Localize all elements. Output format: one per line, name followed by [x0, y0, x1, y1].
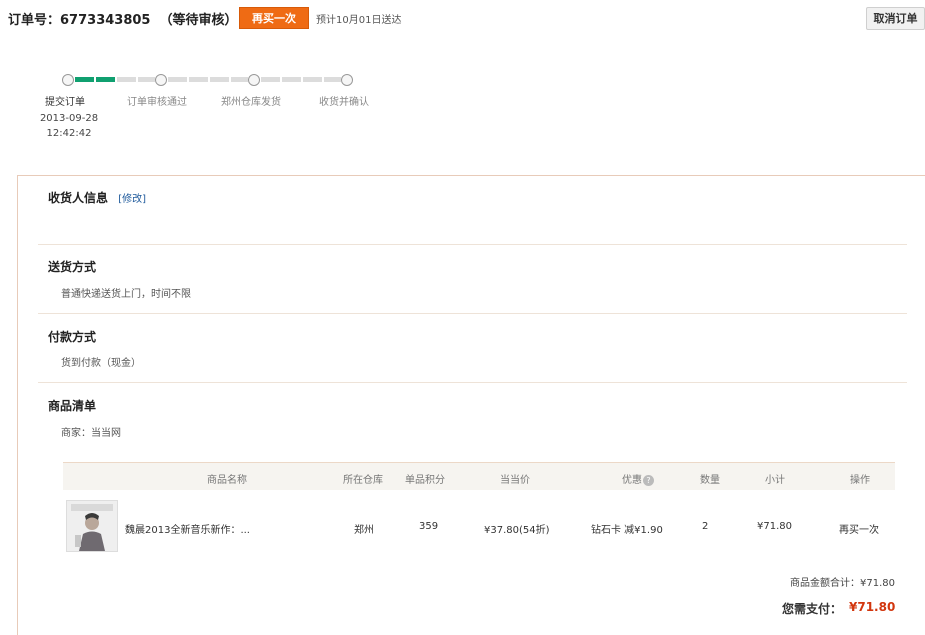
shipping-title: 送货方式	[48, 260, 97, 274]
progress-segment	[75, 77, 94, 82]
progress-segment	[324, 77, 341, 82]
progress-segment	[96, 77, 115, 82]
album-cover-image	[67, 501, 117, 551]
cancel-order-button[interactable]: 取消订单	[866, 7, 925, 30]
order-status: （等待审核）	[159, 13, 238, 28]
step-date: 2013-09-28	[39, 113, 99, 124]
col-points: 单品积分	[405, 475, 445, 486]
rebuy-button[interactable]: 再买一次	[239, 7, 309, 29]
product-thumbnail[interactable]	[66, 500, 118, 552]
step-dot-4	[341, 74, 353, 86]
seller-name: 商家：当当网	[61, 428, 121, 439]
payment-method: 货到付款（现金）	[61, 358, 141, 369]
col-name: 商品名称	[207, 475, 247, 486]
col-subtotal: 小计	[765, 475, 785, 486]
pay-label: 您需支付：	[782, 602, 843, 616]
col-action: 操作	[850, 475, 870, 486]
progress-segment	[117, 77, 136, 82]
cell-price: ¥37.80(54折)	[484, 525, 550, 536]
step-label-3: 郑州仓库发货	[221, 97, 281, 108]
divider	[38, 244, 907, 245]
payment-title: 付款方式	[48, 330, 97, 344]
step-dot-3	[248, 74, 260, 86]
progress-segment	[210, 77, 229, 82]
step-label-2: 订单审核通过	[127, 97, 187, 108]
progress-segment	[168, 77, 187, 82]
edit-receiver-link[interactable]: [修改]	[118, 194, 146, 205]
receiver-section-title: 收货人信息 [修改]	[48, 189, 146, 206]
progress-segment	[138, 77, 155, 82]
progress-segment	[261, 77, 280, 82]
receiver-title: 收货人信息	[48, 191, 109, 205]
cell-subtotal: ¥71.80	[757, 521, 792, 532]
col-qty: 数量	[700, 475, 720, 486]
delivery-eta: 预计10月01日送达	[316, 15, 402, 26]
col-warehouse: 所在仓库	[343, 475, 383, 486]
progress-segment	[282, 77, 301, 82]
order-title: 订单号：6773343805 （等待审核）	[8, 9, 238, 28]
goods-table-header: 商品名称 所在仓库 单品积分 当当价 优惠? 数量 小计 操作	[63, 462, 895, 490]
rebuy-item-link[interactable]: 再买一次	[839, 521, 879, 536]
cell-warehouse: 郑州	[354, 525, 374, 536]
step-time: 12:42:42	[46, 128, 92, 139]
goods-title: 商品清单	[48, 399, 97, 413]
progress-segment	[303, 77, 322, 82]
progress-segment	[189, 77, 208, 82]
order-number: 6773343805	[60, 13, 151, 28]
order-label: 订单号：	[8, 13, 61, 28]
divider	[38, 382, 907, 383]
col-discount: 优惠?	[622, 471, 654, 486]
goods-subtotal: 商品金额合计：¥71.80	[790, 578, 895, 589]
product-name-link[interactable]: 魏晨2013全新音乐新作：...	[125, 521, 250, 536]
divider	[38, 313, 907, 314]
col-price: 当当价	[500, 475, 530, 486]
shipping-method: 普通快递送货上门，时间不限	[61, 289, 191, 300]
cell-points: 359	[419, 521, 439, 532]
pay-amount: ¥71.80	[849, 600, 896, 614]
step-dot-2	[155, 74, 167, 86]
cell-discount: 钻石卡 减¥1.90	[591, 525, 663, 536]
cell-qty: 2	[702, 521, 709, 532]
step-dot-1	[62, 74, 74, 86]
col-discount-label: 优惠	[622, 475, 642, 486]
help-icon[interactable]: ?	[643, 474, 654, 486]
step-label-1: 提交订单	[45, 97, 85, 108]
progress-segment	[231, 77, 248, 82]
step-label-4: 收货并确认	[319, 97, 369, 108]
